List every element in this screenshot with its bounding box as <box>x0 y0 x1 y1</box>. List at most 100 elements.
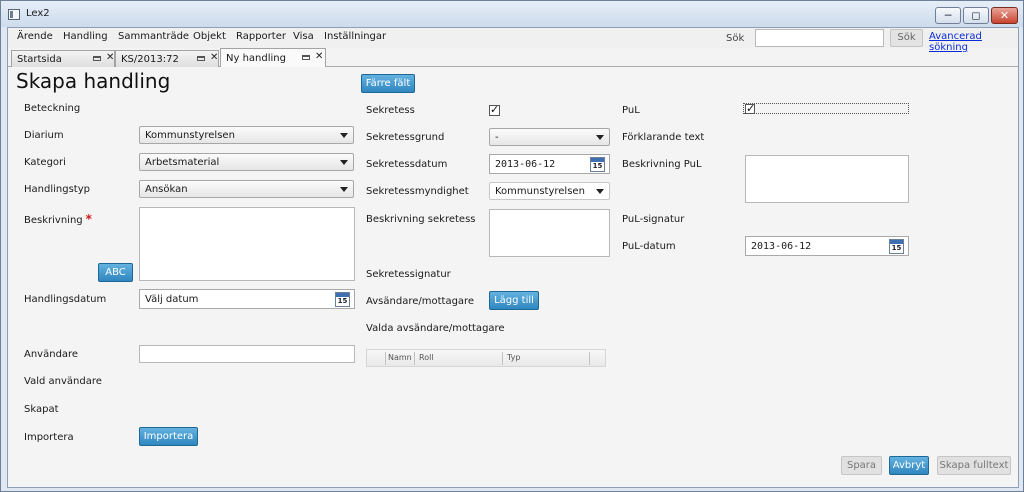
close-window-button[interactable]: ✕ <box>991 7 1018 24</box>
menu-handling[interactable]: Handling <box>63 31 108 42</box>
avsandare-table-header: Namn Roll Typ <box>366 349 606 367</box>
close-icon: ✕ <box>999 9 1010 22</box>
column-header-roll[interactable]: Roll <box>419 353 434 362</box>
tab-ks-2013-72[interactable]: KS/2013:72 ✕ <box>115 50 219 67</box>
kategori-label: Kategori <box>24 157 66 168</box>
kategori-select[interactable]: Arbetsmaterial <box>139 153 354 171</box>
sekretessmyndighet-select[interactable]: Kommunstyrelsen <box>489 182 610 200</box>
restore-icon[interactable] <box>93 56 101 61</box>
spellcheck-button[interactable]: ABC <box>98 263 133 282</box>
handlingsdatum-label: Handlingsdatum <box>24 294 107 305</box>
tab-label: Startsida <box>17 54 62 65</box>
calendar-icon[interactable]: 15 <box>889 239 904 254</box>
maximize-button[interactable]: ◻ <box>963 7 989 24</box>
tab-label: KS/2013:72 <box>121 54 179 65</box>
maximize-icon: ◻ <box>971 9 981 22</box>
chevron-down-icon <box>340 160 348 165</box>
chevron-down-icon <box>596 189 604 194</box>
create-fulltext-button[interactable]: Skapa fulltext <box>937 456 1011 475</box>
pul-checkbox[interactable]: ✓ <box>745 102 756 115</box>
handlingstyp-select[interactable]: Ansökan <box>139 180 354 198</box>
beskrivning-sekretess-label: Beskrivning sekretess <box>366 214 476 225</box>
menu-sammantrade[interactable]: Sammanträde <box>118 31 189 42</box>
anvandare-label: Användare <box>24 349 79 360</box>
importera-button[interactable]: Importera <box>139 427 198 446</box>
beskrivning-textarea[interactable] <box>139 207 355 281</box>
beskrivning-label: Beskrivning * <box>24 212 92 226</box>
pul-datum-value: 2013-06-12 <box>751 241 812 252</box>
save-button[interactable]: Spara <box>841 456 882 475</box>
valda-avsandare-label: Valda avsändare/mottagare <box>366 323 505 334</box>
sekretessmyndighet-label: Sekretessmyndighet <box>366 186 469 197</box>
pul-datum-label: PuL-datum <box>622 241 676 252</box>
calendar-icon[interactable]: 15 <box>335 292 350 307</box>
chevron-down-icon <box>340 133 348 138</box>
check-icon: ✓ <box>490 103 500 116</box>
cancel-button[interactable]: Avbryt <box>889 456 929 475</box>
column-separator <box>385 352 386 365</box>
sekretess-checkbox[interactable]: ✓ <box>489 103 500 116</box>
menu-objekt[interactable]: Objekt <box>193 31 226 42</box>
skapat-label: Skapat <box>24 404 59 415</box>
page-title: Skapa handling <box>16 69 171 93</box>
sekretessignatur-label: Sekretessignatur <box>366 269 451 280</box>
minimize-button[interactable]: ─ <box>935 7 961 24</box>
minimize-icon: ─ <box>944 9 952 22</box>
beteckning-label: Beteckning <box>24 103 81 114</box>
kategori-value: Arbetsmaterial <box>145 157 220 168</box>
sekretessdatum-label: Sekretessdatum <box>366 159 448 170</box>
tab-ny-handling[interactable]: Ny handling ✕ <box>220 48 326 68</box>
diarium-select[interactable]: Kommunstyrelsen <box>139 126 354 144</box>
importera-label: Importera <box>24 432 74 443</box>
sekretessmyndighet-value: Kommunstyrelsen <box>495 186 585 197</box>
form-panel: Skapa handling Färre fält Beteckning Dia… <box>8 67 1018 487</box>
search-input[interactable] <box>755 29 884 47</box>
pul-datum-picker[interactable]: 2013-06-12 15 <box>745 236 909 256</box>
handlingsdatum-picker[interactable]: Välj datum 15 <box>139 289 355 309</box>
calendar-icon[interactable]: 15 <box>590 157 605 172</box>
menu-installningar[interactable]: Inställningar <box>324 31 386 42</box>
chevron-down-icon <box>340 187 348 192</box>
menu-rapporter[interactable]: Rapporter <box>236 31 286 42</box>
pul-focus-ring <box>743 103 909 114</box>
search-label: Sök <box>726 33 745 44</box>
pul-signatur-label: PuL-signatur <box>622 214 685 225</box>
vald-anvandare-label: Vald användare <box>24 376 102 387</box>
window-title: Lex2 <box>26 8 50 19</box>
forklarande-text-label: Förklarande text <box>622 132 705 143</box>
handlingsdatum-placeholder: Välj datum <box>145 294 199 305</box>
lagg-till-button[interactable]: Lägg till <box>489 291 539 310</box>
required-marker: * <box>85 212 92 226</box>
check-icon: ✓ <box>746 102 756 115</box>
tab-bar: Startsida ✕ KS/2013:72 ✕ Ny handling ✕ <box>8 48 1018 68</box>
beskrivning-pul-textarea[interactable] <box>745 155 909 203</box>
beskrivning-sekretess-textarea[interactable] <box>489 209 610 257</box>
beskrivning-label-text: Beskrivning <box>24 215 83 226</box>
anvandare-input[interactable] <box>139 345 355 363</box>
diarium-value: Kommunstyrelsen <box>145 130 235 141</box>
app-window: Lex2 ─ ◻ ✕ Ärende Handling Sammanträde O… <box>0 0 1024 492</box>
restore-icon[interactable] <box>197 56 205 61</box>
sekretessgrund-select[interactable]: - <box>489 128 610 146</box>
close-tab-icon[interactable]: ✕ <box>315 51 323 62</box>
beskrivning-pul-label: Beskrivning PuL <box>622 159 702 170</box>
handlingstyp-label: Handlingstyp <box>24 184 90 195</box>
menu-arende[interactable]: Ärende <box>17 31 53 42</box>
tab-startsida[interactable]: Startsida ✕ <box>11 50 115 67</box>
title-bar: Lex2 ─ ◻ ✕ <box>1 1 1023 27</box>
menu-bar: Ärende Handling Sammanträde Objekt Rappo… <box>8 28 1018 53</box>
sekretessgrund-label: Sekretessgrund <box>366 132 445 143</box>
search-button[interactable]: Sök <box>890 29 923 47</box>
close-tab-icon[interactable]: ✕ <box>210 52 218 63</box>
fewer-fields-button[interactable]: Färre fält <box>361 74 415 93</box>
tab-label: Ny handling <box>226 53 286 64</box>
menu-visa[interactable]: Visa <box>293 31 314 42</box>
app-icon <box>8 9 20 20</box>
restore-icon[interactable] <box>302 55 310 60</box>
column-header-namn[interactable]: Namn <box>388 353 412 362</box>
close-tab-icon[interactable]: ✕ <box>106 52 114 63</box>
column-separator <box>502 352 503 365</box>
sekretessdatum-picker[interactable]: 2013-06-12 15 <box>489 154 610 174</box>
column-header-typ[interactable]: Typ <box>507 353 520 362</box>
sekretessgrund-value: - <box>495 132 499 143</box>
